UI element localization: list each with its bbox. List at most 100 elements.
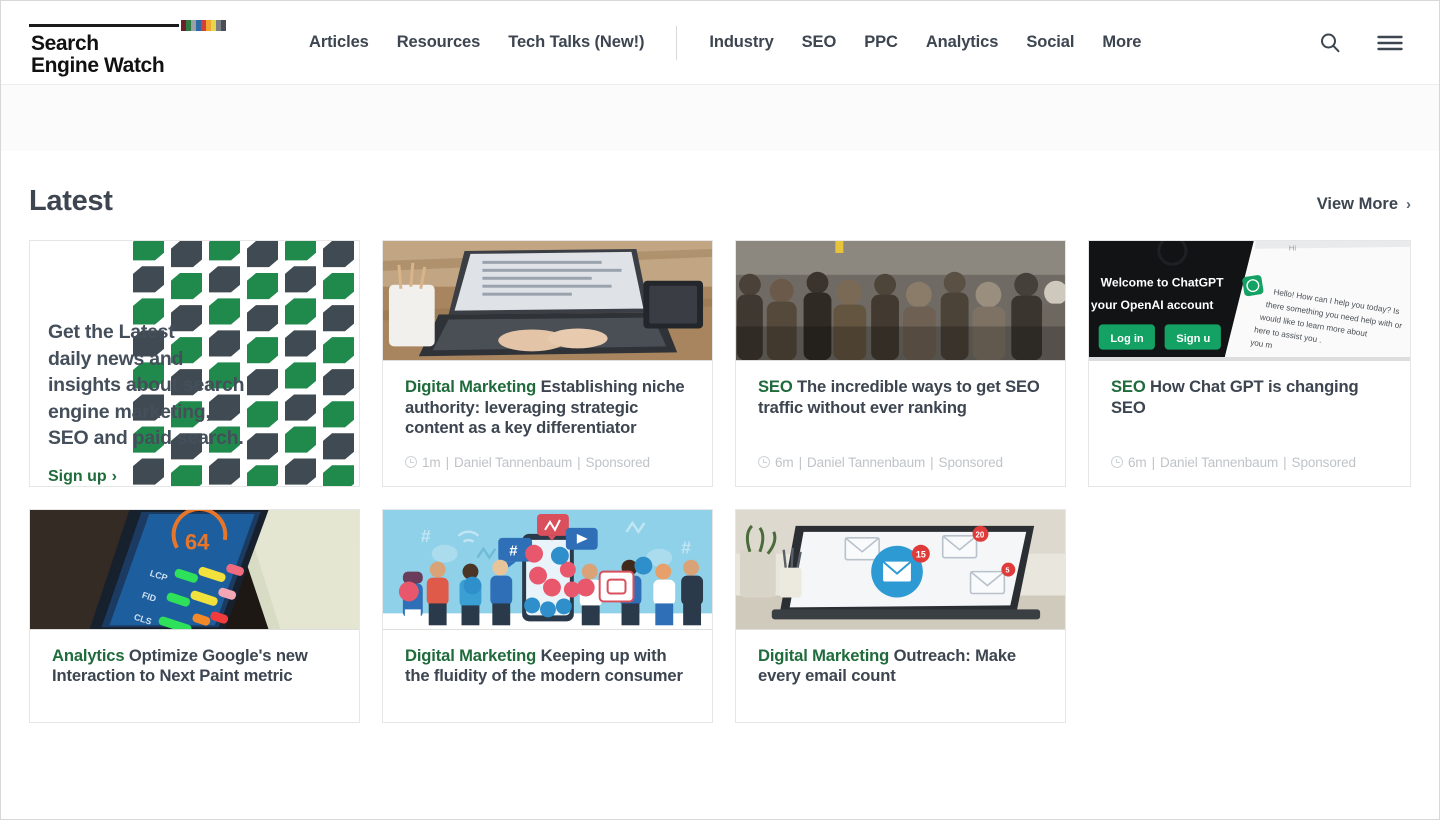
badge-count-2: 20 bbox=[976, 530, 985, 539]
svg-text:#: # bbox=[681, 537, 691, 557]
nav-group-secondary: Industry SEO PPC Analytics Social More bbox=[695, 33, 1155, 52]
nav-item-industry[interactable]: Industry bbox=[695, 33, 787, 52]
article-card-body: Digital Marketing Outreach: Make every e… bbox=[736, 630, 1065, 722]
promo-content: Get the Latest daily news and insights a… bbox=[30, 241, 359, 486]
section-header-latest: Latest View More › bbox=[29, 151, 1411, 240]
svg-text:#: # bbox=[509, 543, 518, 559]
chatgpt-screen-photo: Welcome to ChatGPT your OpenAI account L… bbox=[1089, 241, 1410, 361]
promo-headline: Get the Latest daily news and insights a… bbox=[48, 319, 359, 452]
article-title: SEO How Chat GPT is changing SEO bbox=[1111, 377, 1388, 418]
article-card[interactable]: Welcome to ChatGPT your OpenAI account L… bbox=[1088, 240, 1411, 487]
page-root: SearchEngine Watch Articles Resources Te… bbox=[0, 0, 1440, 820]
svg-text:Log in: Log in bbox=[1110, 333, 1144, 345]
article-title: Analytics Optimize Google's new Interact… bbox=[52, 646, 337, 687]
page-title: Latest bbox=[29, 185, 113, 218]
logo-line-1: Search bbox=[31, 32, 99, 55]
article-category: Digital Marketing bbox=[405, 377, 536, 396]
article-card-body: Digital Marketing Establishing niche aut… bbox=[383, 361, 712, 455]
article-card-body: SEO The incredible ways to get SEO traff… bbox=[736, 361, 1065, 455]
main-content: Latest View More › bbox=[1, 151, 1439, 723]
article-card-body: Digital Marketing Keeping up with the fl… bbox=[383, 630, 712, 722]
article-card[interactable]: Digital Marketing Establishing niche aut… bbox=[382, 240, 713, 487]
clock-icon bbox=[758, 456, 770, 468]
article-card[interactable]: 64 LCP FID CLS bbox=[29, 509, 360, 723]
clock-icon bbox=[1111, 456, 1123, 468]
article-title: SEO The incredible ways to get SEO traff… bbox=[758, 377, 1043, 418]
hamburger-menu-icon[interactable] bbox=[1375, 28, 1405, 58]
logo-text: SearchEngine Watch bbox=[31, 33, 164, 77]
article-title: Digital Marketing Outreach: Make every e… bbox=[758, 646, 1043, 687]
meta-separator-1: | bbox=[799, 455, 802, 470]
nav-item-tech-talks[interactable]: Tech Talks (New!) bbox=[494, 33, 658, 52]
logo-rule bbox=[29, 24, 179, 27]
logo-swatch-8 bbox=[221, 20, 226, 31]
logo-color-swatches bbox=[181, 20, 226, 31]
nav-group-primary: Articles Resources Tech Talks (New!) bbox=[295, 33, 658, 52]
article-read-time: 6m bbox=[1128, 455, 1147, 470]
article-card-body: SEO How Chat GPT is changing SEO bbox=[1089, 361, 1410, 455]
view-more-link[interactable]: View More › bbox=[1317, 195, 1411, 218]
meta-separator-1: | bbox=[446, 455, 449, 470]
article-author: Daniel Tannenbaum bbox=[1160, 455, 1278, 470]
article-tag: Sponsored bbox=[1292, 455, 1356, 470]
social-media-illustration: ## # bbox=[383, 510, 712, 630]
nav-item-seo[interactable]: SEO bbox=[788, 33, 851, 52]
logo-line-2: Engine Watch bbox=[31, 54, 164, 77]
nav-item-resources[interactable]: Resources bbox=[383, 33, 494, 52]
svg-text:Hi: Hi bbox=[1289, 244, 1297, 253]
article-category: Digital Marketing bbox=[405, 646, 536, 665]
phone-core-web-vitals-photo: 64 LCP FID CLS bbox=[30, 510, 359, 630]
nav-item-social[interactable]: Social bbox=[1012, 33, 1088, 52]
article-title: Digital Marketing Keeping up with the fl… bbox=[405, 646, 690, 687]
nav-item-articles[interactable]: Articles bbox=[295, 33, 383, 52]
vitals-score: 64 bbox=[185, 529, 210, 554]
meta-separator-1: | bbox=[1152, 455, 1155, 470]
main-navigation: Articles Resources Tech Talks (New!) Ind… bbox=[295, 1, 1155, 84]
article-card[interactable]: SEO The incredible ways to get SEO traff… bbox=[735, 240, 1066, 487]
article-card-body: Analytics Optimize Google's new Interact… bbox=[30, 630, 359, 722]
crowd-of-people-photo bbox=[736, 241, 1065, 361]
view-more-label: View More bbox=[1317, 195, 1398, 214]
clock-icon bbox=[405, 456, 417, 468]
article-author: Daniel Tannenbaum bbox=[807, 455, 925, 470]
signup-label: Sign up bbox=[48, 468, 107, 486]
badge-count-1: 15 bbox=[916, 549, 926, 559]
chevron-right-icon: › bbox=[1406, 196, 1411, 213]
header-actions bbox=[1315, 28, 1411, 58]
article-meta: 6m | Daniel Tannenbaum | Sponsored bbox=[736, 455, 1065, 486]
article-category: Analytics bbox=[52, 646, 124, 665]
article-meta: 6m | Daniel Tannenbaum | Sponsored bbox=[1089, 455, 1410, 486]
nav-item-more[interactable]: More bbox=[1088, 33, 1155, 52]
search-icon[interactable] bbox=[1315, 28, 1345, 58]
nav-item-ppc[interactable]: PPC bbox=[850, 33, 912, 52]
article-tag: Sponsored bbox=[939, 455, 1003, 470]
article-category: SEO bbox=[1111, 377, 1146, 396]
nav-item-analytics[interactable]: Analytics bbox=[912, 33, 1012, 52]
svg-text:Sign u: Sign u bbox=[1176, 333, 1210, 345]
article-title: Digital Marketing Establishing niche aut… bbox=[405, 377, 690, 439]
email-marketing-photo: 15 20 5 bbox=[736, 510, 1065, 630]
chatgpt-welcome-line1: Welcome to ChatGPT bbox=[1101, 276, 1225, 290]
laptop-desk-photo bbox=[383, 241, 712, 361]
nav-divider bbox=[676, 26, 677, 60]
article-read-time: 6m bbox=[775, 455, 794, 470]
article-meta: 1m | Daniel Tannenbaum | Sponsored bbox=[383, 455, 712, 486]
signup-link[interactable]: Sign up › bbox=[48, 468, 117, 486]
meta-separator-2: | bbox=[1283, 455, 1286, 470]
article-card[interactable]: ## # bbox=[382, 509, 713, 723]
chatgpt-welcome-line2: your OpenAI account bbox=[1091, 298, 1213, 312]
site-header: SearchEngine Watch Articles Resources Te… bbox=[1, 1, 1439, 85]
article-category: SEO bbox=[758, 377, 793, 396]
article-card[interactable]: 15 20 5 Digital Marketing Outreach: Make… bbox=[735, 509, 1066, 723]
meta-separator-2: | bbox=[577, 455, 580, 470]
article-author: Daniel Tannenbaum bbox=[454, 455, 572, 470]
article-tag: Sponsored bbox=[586, 455, 650, 470]
chevron-right-icon: › bbox=[112, 468, 117, 486]
badge-count-3: 5 bbox=[1005, 565, 1009, 574]
article-headline: The incredible ways to get SEO traffic w… bbox=[758, 377, 1040, 417]
meta-separator-2: | bbox=[930, 455, 933, 470]
newsletter-promo-panel[interactable]: Get the Latest daily news and insights a… bbox=[29, 240, 360, 487]
article-grid: Digital Marketing Establishing niche aut… bbox=[29, 240, 1411, 723]
site-logo[interactable]: SearchEngine Watch bbox=[29, 15, 225, 75]
header-spacer bbox=[1, 85, 1439, 151]
